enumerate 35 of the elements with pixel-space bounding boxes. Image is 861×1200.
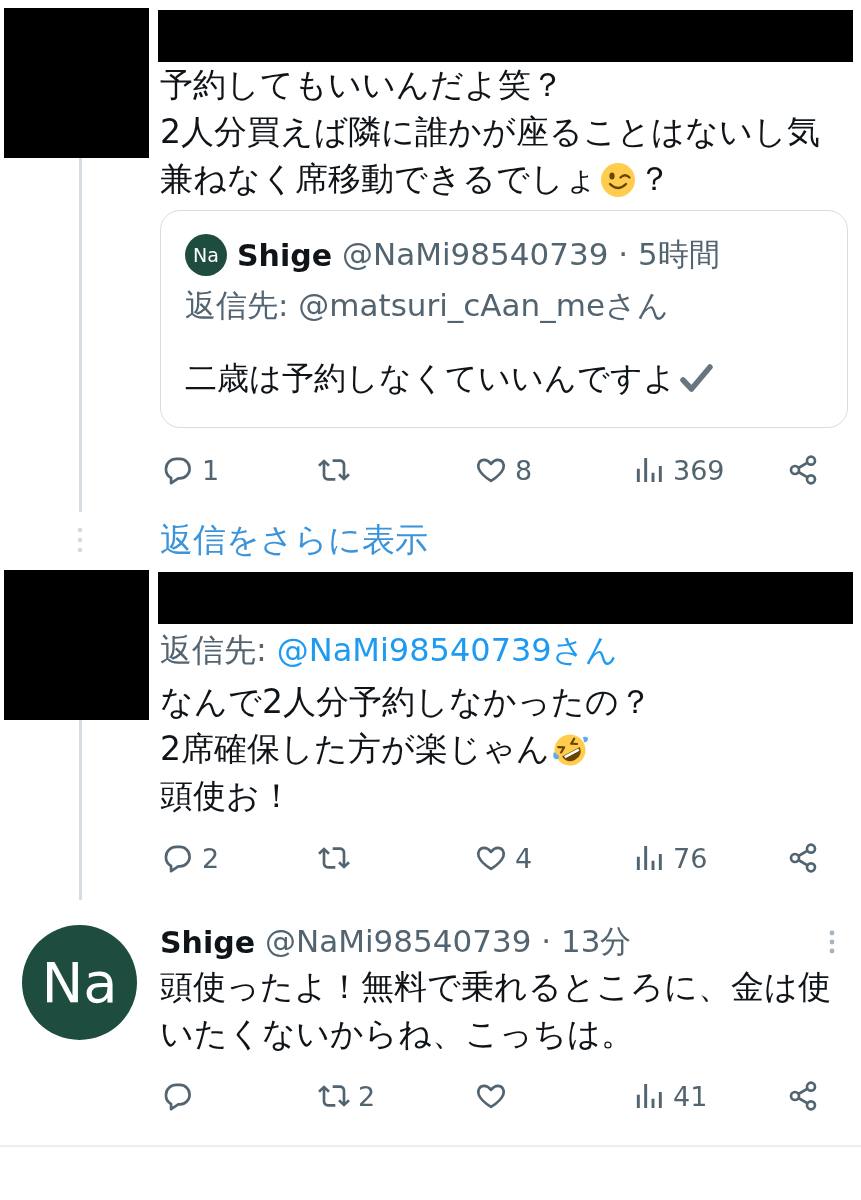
- share-icon: [787, 842, 819, 874]
- tweet-text: いたくないからね、こっちは。: [160, 1013, 634, 1055]
- avatar[interactable]: Na: [185, 234, 227, 276]
- reply-button[interactable]: 2: [162, 836, 220, 880]
- views-button[interactable]: 41: [633, 1074, 708, 1118]
- reply-button[interactable]: 1: [162, 448, 220, 492]
- handle-and-time: @NaMi98540739 · 5時間: [342, 235, 720, 274]
- like-button[interactable]: 4: [475, 836, 533, 880]
- repost-button[interactable]: 2: [318, 1074, 376, 1118]
- tweet-text: 2席確保した方が楽じゃん: [160, 728, 550, 770]
- tweet-text: なんで2人分予約しなかったの？: [160, 681, 652, 723]
- like-button[interactable]: 8: [475, 448, 533, 492]
- quoted-tweet-card[interactable]: Na Shige @NaMi98540739 · 5時間 返信先: @matsuri_cAan_meさん 二歳は予約しなくていいんですよ: [160, 210, 848, 428]
- views-button[interactable]: 369: [633, 448, 725, 492]
- reply-to-label: 返信先:: [160, 630, 267, 671]
- share-icon: [787, 1080, 819, 1112]
- vertical-dots-icon: [77, 527, 83, 553]
- laughing-face-icon: [552, 731, 588, 768]
- tweet-text: 頭使お！: [160, 775, 293, 817]
- tweet-text: 兼ねなく席移動できるでしょ: [160, 158, 598, 200]
- vertical-dots-icon: [829, 930, 835, 954]
- tweet-text: ？: [638, 158, 671, 200]
- winking-face-icon: [600, 161, 636, 198]
- avatar[interactable]: Na: [22, 925, 137, 1040]
- reply-to-text: 返信先: @matsuri_cAan_meさん: [185, 286, 670, 325]
- display-name[interactable]: Shige: [160, 924, 256, 960]
- show-more-replies-link[interactable]: 返信をさらに表示: [158, 518, 428, 562]
- display-name: Shige: [237, 237, 333, 273]
- share-icon: [787, 454, 819, 486]
- tweet-text: 頭使ったよ！無料で乗れるところに、金は使: [160, 966, 831, 1008]
- views-button[interactable]: 76: [633, 836, 708, 880]
- tweet-text: 予約してもいいんだよ笑？: [160, 64, 564, 106]
- handle-and-time: @NaMi98540739 · 13分: [265, 922, 632, 961]
- tweet-text: 二歳は予約しなくていいんですよ: [185, 358, 676, 399]
- tweet-text: 2人分買えば隣に誰かが座ることはないし気: [160, 111, 820, 153]
